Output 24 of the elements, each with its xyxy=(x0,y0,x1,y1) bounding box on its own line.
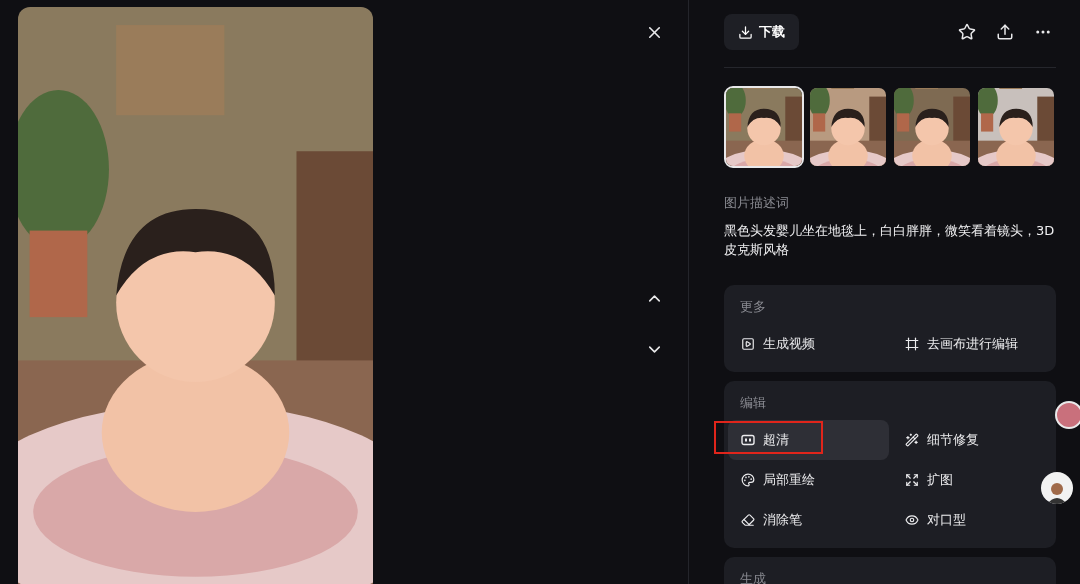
avatar[interactable] xyxy=(1041,472,1073,504)
download-button[interactable]: 下载 xyxy=(724,14,799,50)
hd-icon xyxy=(741,433,755,447)
prompt-text: 黑色头发婴儿坐在地毯上，白白胖胖，微笑看着镜头，3D皮克斯风格 xyxy=(724,222,1056,259)
tool-item[interactable]: 扩图 xyxy=(892,460,966,500)
eraser-icon xyxy=(741,513,755,527)
play-icon xyxy=(741,337,755,351)
tool-item[interactable]: 消除笔 xyxy=(728,500,889,540)
wand-icon xyxy=(905,433,919,447)
expand-icon xyxy=(905,473,919,487)
section-title: 更多 xyxy=(739,298,767,316)
section-title: 编辑 xyxy=(739,394,767,412)
eye-icon xyxy=(905,513,919,527)
frame-icon xyxy=(905,337,919,351)
tool-item[interactable]: 超清 xyxy=(728,420,889,460)
tool-item[interactable]: 生成视频 xyxy=(728,324,889,364)
download-icon xyxy=(738,24,753,40)
prompt-label: 图片描述词 xyxy=(724,194,790,212)
tool-item[interactable]: 细节修复 xyxy=(892,420,992,460)
tool-item[interactable]: 去画布进行编辑 xyxy=(892,324,1031,364)
palette-icon xyxy=(741,473,755,487)
section-title: 生成 xyxy=(739,570,767,584)
tool-item[interactable]: 对口型 xyxy=(892,500,979,540)
tool-item[interactable]: 局部重绘 xyxy=(728,460,889,500)
